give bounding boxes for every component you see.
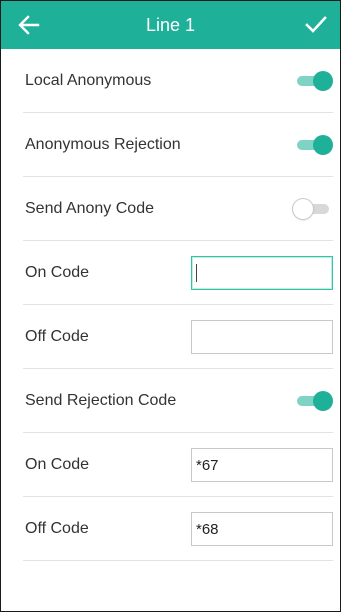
local-anonymous-toggle[interactable] bbox=[293, 71, 333, 91]
anony-off-code-input[interactable] bbox=[191, 320, 333, 354]
phone-screen: Line 1 Local Anonymous Anonymous Rejecti… bbox=[0, 0, 341, 612]
anony-on-code-input[interactable] bbox=[191, 256, 333, 290]
send-rejection-code-toggle[interactable] bbox=[293, 391, 333, 411]
title-bar: Line 1 bbox=[1, 1, 340, 49]
setting-row-rejection-on-code: On Code bbox=[23, 433, 333, 497]
setting-row-rejection-off-code: Off Code bbox=[23, 497, 333, 561]
send-anony-code-toggle[interactable] bbox=[293, 199, 333, 219]
toggle-knob bbox=[313, 135, 333, 155]
save-button[interactable] bbox=[302, 11, 330, 39]
setting-label: Anonymous Rejection bbox=[25, 136, 181, 153]
setting-label: Local Anonymous bbox=[25, 72, 152, 89]
page-title: Line 1 bbox=[145, 15, 196, 35]
setting-row-anony-off-code: Off Code bbox=[23, 305, 333, 369]
rejection-on-code-input[interactable] bbox=[191, 448, 333, 482]
back-button[interactable] bbox=[15, 11, 43, 39]
setting-row-send-rejection-code: Send Rejection Code bbox=[23, 369, 333, 433]
setting-label: Off Code bbox=[25, 520, 89, 537]
arrow-left-icon bbox=[18, 15, 40, 35]
setting-row-anonymous-rejection: Anonymous Rejection bbox=[23, 113, 333, 177]
setting-label: Send Rejection Code bbox=[25, 392, 177, 409]
setting-label: On Code bbox=[25, 264, 90, 281]
checkmark-icon bbox=[305, 16, 327, 33]
setting-label: On Code bbox=[25, 456, 90, 473]
toggle-knob bbox=[313, 71, 333, 91]
anonymous-rejection-toggle[interactable] bbox=[293, 135, 333, 155]
toggle-knob bbox=[313, 391, 333, 411]
setting-row-anony-on-code: On Code bbox=[23, 241, 333, 305]
toggle-knob bbox=[293, 199, 313, 219]
setting-label: Off Code bbox=[25, 328, 89, 345]
setting-label: Send Anony Code bbox=[25, 200, 154, 217]
setting-row-send-anony-code: Send Anony Code bbox=[23, 177, 333, 241]
settings-list: Local Anonymous Anonymous Rejection Send… bbox=[1, 49, 340, 561]
setting-row-local-anonymous: Local Anonymous bbox=[23, 49, 333, 113]
rejection-off-code-input[interactable] bbox=[191, 512, 333, 546]
